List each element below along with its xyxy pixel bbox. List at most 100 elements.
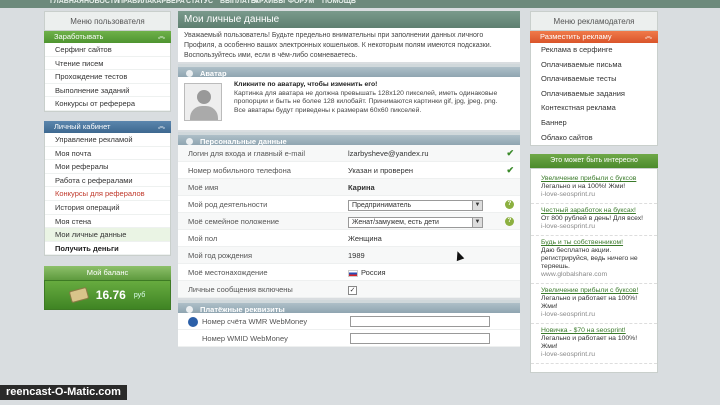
help-icon[interactable]: ? xyxy=(505,200,514,209)
field-label: Мой пол xyxy=(188,234,218,243)
menu-item-personal-data[interactable]: Мои личные данные xyxy=(45,228,170,242)
field-row-messages: Личные сообщения включены ✓ xyxy=(178,281,520,298)
menu-item-surfing[interactable]: Серфинг сайтов xyxy=(45,43,170,57)
nav-link[interactable]: СТАТУС xyxy=(186,0,220,8)
ad-link[interactable]: Увеличение прибыли с буксов! xyxy=(541,287,653,295)
messages-checkbox[interactable]: ✓ xyxy=(348,286,357,295)
menu-item-paid-tests[interactable]: Оплачиваемые тесты xyxy=(531,72,657,87)
balance-currency: руб xyxy=(133,291,146,299)
menu-item-banner[interactable]: Баннер xyxy=(531,116,657,131)
ad-link[interactable]: Будь и ты собственником! xyxy=(541,239,653,247)
field-label: Моё имя xyxy=(188,183,219,192)
field-row-location: Моё местонахождение Россия xyxy=(178,264,520,281)
occupation-select[interactable]: Предприниматель ▼ xyxy=(348,200,483,211)
nav-link[interactable]: АРХИВЫ xyxy=(254,0,288,8)
wallet-icon xyxy=(68,287,90,304)
avatar-help-text: Картинка для аватара не должна превышать… xyxy=(234,89,498,114)
menu-item-surfing-ads[interactable]: Реклама в серфинге xyxy=(531,43,657,58)
field-row-birth-year: Мой год рождения 1989 xyxy=(178,247,520,264)
menu-item-referer-contests[interactable]: Конкурсы от реферера xyxy=(45,97,170,111)
menu-item-referral-contests[interactable]: Конкурсы для рефералов xyxy=(45,187,170,201)
ad-url: i-love-seosprint.ru xyxy=(541,351,596,359)
russia-flag-icon xyxy=(348,269,358,277)
ad-link[interactable]: Честный заработок на буксах! xyxy=(541,207,653,215)
earn-menu: Серфинг сайтов Чтение писем Прохождение … xyxy=(44,43,171,112)
field-value-marital: Женат/замужем, есть дети ▼ xyxy=(348,213,520,229)
menu-item-site-cloud[interactable]: Облако сайтов xyxy=(531,131,657,146)
avatar-help-title: Кликните по аватару, чтобы изменить его! xyxy=(234,81,378,88)
menu-item-history[interactable]: История операций xyxy=(45,201,170,215)
menu-item-wall[interactable]: Моя стена xyxy=(45,215,170,229)
menu-item-tests[interactable]: Прохождение тестов xyxy=(45,70,170,84)
occupation-selected: Предприниматель xyxy=(352,202,412,209)
field-row-login: Логин для входа и главный e-mail lzarbys… xyxy=(178,145,520,162)
ad-link[interactable]: Новичка - $70 на seosprint! xyxy=(541,327,653,335)
field-value-messages: ✓ xyxy=(348,281,520,297)
place-ads-bar[interactable]: Разместить рекламу ︽ xyxy=(530,31,658,43)
menu-item-ads-management[interactable]: Управление рекламой xyxy=(45,133,170,147)
cabinet-section-bar[interactable]: Личный кабинет ︽ xyxy=(44,120,171,133)
menu-item-paid-letters[interactable]: Оплачиваемые письма xyxy=(531,58,657,73)
field-row-gender: Мой пол Женщина xyxy=(178,230,520,247)
nav-link[interactable]: ГЛАВНАЯ xyxy=(50,0,84,8)
menu-item-context-ads[interactable]: Контекстная реклама xyxy=(531,101,657,116)
help-icon[interactable]: ? xyxy=(505,217,514,226)
section-icon xyxy=(186,70,193,77)
chevron-icon: ︽ xyxy=(158,122,165,130)
advertiser-column: Меню рекламодателя Разместить рекламу ︽ Р… xyxy=(530,11,658,374)
field-label: Моё семейное положение xyxy=(188,217,280,226)
avatar-block: Кликните по аватару, чтобы изменить его!… xyxy=(178,77,520,130)
place-ads-title: Разместить рекламу xyxy=(540,32,612,41)
earn-title: Заработывать xyxy=(54,32,104,41)
balance-widget: Мой баланс 16.76 руб xyxy=(44,266,171,311)
menu-item-paid-tasks[interactable]: Оплачиваемые задания xyxy=(531,87,657,102)
field-row-occupation: Мой род деятельности Предприниматель ▼ ? xyxy=(178,196,520,213)
marital-select[interactable]: Женат/замужем, есть дети ▼ xyxy=(348,217,483,228)
ad-item: Увеличение прибыли с буксов Легально и на… xyxy=(531,172,657,205)
wmr-input[interactable] xyxy=(350,316,490,327)
balance-body[interactable]: 16.76 руб xyxy=(44,280,171,311)
dropdown-arrow-icon: ▼ xyxy=(472,218,482,227)
avatar-body xyxy=(190,106,218,120)
earn-section-bar[interactable]: Заработывать ︽ xyxy=(44,31,171,43)
menu-item-referral-work[interactable]: Работа с рефералами xyxy=(45,174,170,188)
login-email: lzarbysheve@yandex.ru xyxy=(348,149,429,158)
cabinet-menu: Управление рекламой Моя почта Мои рефера… xyxy=(44,132,171,257)
ad-url: i-love-seosprint.ru xyxy=(541,311,596,319)
field-label: Номер мобильного телефона xyxy=(188,166,291,175)
payment-section-header: Платёжные реквизиты xyxy=(178,300,520,314)
nav-link[interactable]: НОВОСТИ xyxy=(84,0,119,8)
field-label-wmr: Номер счёта WMR WebMoney xyxy=(178,313,348,329)
menu-item-letters[interactable]: Чтение писем xyxy=(45,57,170,71)
chevron-icon: ︽ xyxy=(645,33,652,40)
field-row-wmid: Номер WMID WebMoney xyxy=(178,330,520,347)
marital-selected: Женат/замужем, есть дети xyxy=(352,219,439,226)
menu-item-get-money[interactable]: Получить деньги xyxy=(45,242,170,256)
ads-list: Увеличение прибыли с буксов Легально и на… xyxy=(530,168,658,374)
avatar[interactable] xyxy=(184,83,222,121)
field-value-phone: Указан и проверен xyxy=(348,166,414,175)
check-icon: ✔ xyxy=(506,148,514,158)
nav-link[interactable]: ФОРУМ xyxy=(288,0,322,8)
advertiser-menu-header: Меню рекламодателя xyxy=(530,11,658,31)
nav-link[interactable]: ПОМОЩЬ xyxy=(322,0,356,8)
menu-item-mail[interactable]: Моя почта xyxy=(45,147,170,161)
dropdown-arrow-icon: ▼ xyxy=(472,201,482,210)
menu-item-referrals[interactable]: Мои рефералы xyxy=(45,160,170,174)
field-value-login: lzarbysheve@yandex.ru xyxy=(348,145,520,161)
main-content: Мои личные данные Уважаемый пользователь… xyxy=(178,11,520,347)
nav-link[interactable]: КАРЬЕРА xyxy=(152,0,186,8)
personal-fields: Логин для входа и главный e-mail lzarbys… xyxy=(178,145,520,298)
ad-desc: Легально и на 100%! Жми! xyxy=(541,183,626,191)
wmid-input[interactable] xyxy=(350,333,490,344)
ad-link[interactable]: Увеличение прибыли с буксов xyxy=(541,175,653,183)
ad-item: Честный заработок на буксах! От 800 рубле… xyxy=(531,204,657,237)
cabinet-title: Личный кабинет xyxy=(54,121,111,131)
nav-link[interactable]: ПРАВИЛА xyxy=(118,0,152,8)
menu-item-tasks[interactable]: Выполнение заданий xyxy=(45,84,170,98)
field-value-birth-year: 1989 xyxy=(348,251,365,260)
ad-desc: От 800 рублей в день! Для всех! xyxy=(541,215,644,223)
field-row-phone: Номер мобильного телефона Указан и прове… xyxy=(178,162,520,179)
watermark: reencast-O-Matic.com xyxy=(0,385,127,400)
nav-link[interactable]: ВЫПЛАТЫ xyxy=(220,0,258,8)
